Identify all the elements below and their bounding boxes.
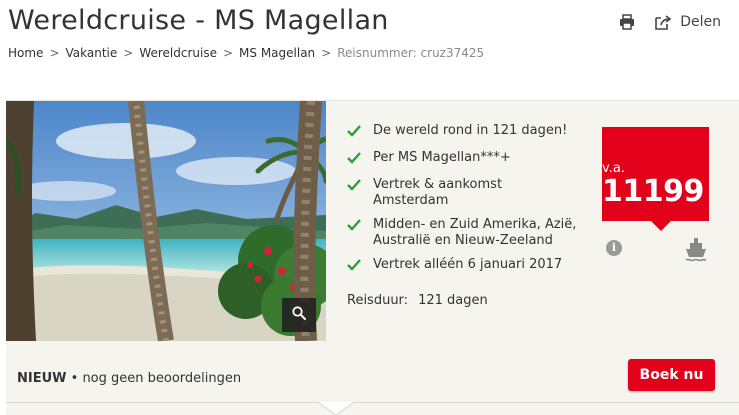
price-badge[interactable]: v.a. 11199 [602,127,709,231]
magnifier-icon [292,305,306,325]
book-now-button[interactable]: Boek nu [628,359,715,391]
feature-text: Vertrek alléén 6 januari 2017 [373,257,563,272]
feature-item: De wereld rond in 121 dagen! [347,123,597,142]
feature-list: De wereld rond in 121 dagen! Per MS Mage… [347,123,597,284]
feature-text: Per MS Magellan***+ [373,150,511,165]
breadcrumb-separator: > [222,46,234,60]
check-icon [347,179,363,209]
duration-value: 121 dagen [418,293,488,308]
new-badge: NIEUW [17,371,67,386]
breadcrumb-vakantie[interactable]: Vakantie [66,46,118,60]
feature-item: Midden- en Zuid Amerika, Azië, Australië… [347,217,597,249]
check-icon [347,125,363,142]
price-amount: 11199 [602,174,704,209]
breadcrumb-wereldcruise[interactable]: Wereldcruise [139,46,217,60]
check-icon [347,152,363,169]
price-badge-pointer [651,221,671,231]
check-icon [347,219,363,249]
breadcrumb-separator: > [321,46,332,60]
feature-item: Vertrek & aankomst Amsterdam [347,177,597,209]
breadcrumb-separator: > [123,46,134,60]
ship-icon[interactable] [685,237,707,268]
printer-icon[interactable] [619,14,635,30]
breadcrumb-separator: > [49,46,60,60]
duration-label: Reisduur: [347,293,409,308]
reference-number: Reisnummer: cruz37425 [337,46,485,60]
trip-duration: Reisduur: 121 dagen [347,293,488,308]
share-label: Delen [680,14,721,30]
reviews-text: • nog geen beoordelingen [70,371,242,386]
share-icon [655,14,672,30]
breadcrumb-ms-magellan[interactable]: MS Magellan [239,46,315,60]
feature-text: De wereld rond in 121 dagen! [373,123,568,138]
check-icon [347,259,363,276]
page-title: Wereldcruise - MS Magellan [8,5,389,36]
info-icon[interactable]: i [606,240,622,256]
trip-footer: NIEUW • nog geen beoordelingen Boek nu [6,341,739,401]
trip-photo[interactable] [6,101,326,341]
panel-notch [317,401,355,415]
feature-item: Vertrek alléén 6 januari 2017 [347,257,597,276]
panel-divider [6,402,739,403]
zoom-button[interactable] [282,298,316,332]
breadcrumb: Home > Vakantie > Wereldcruise > MS Mage… [8,46,484,60]
share-button[interactable]: Delen [655,14,721,30]
trip-panel: De wereld rond in 121 dagen! Per MS Mage… [6,100,739,415]
breadcrumb-home[interactable]: Home [8,46,43,60]
review-status: NIEUW • nog geen beoordelingen [17,371,241,386]
feature-text: Vertrek & aankomst Amsterdam [373,177,503,208]
feature-text: Midden- en Zuid Amerika, Azië, Australië… [373,217,577,248]
feature-item: Per MS Magellan***+ [347,150,597,169]
header-actions: Delen [619,14,721,30]
